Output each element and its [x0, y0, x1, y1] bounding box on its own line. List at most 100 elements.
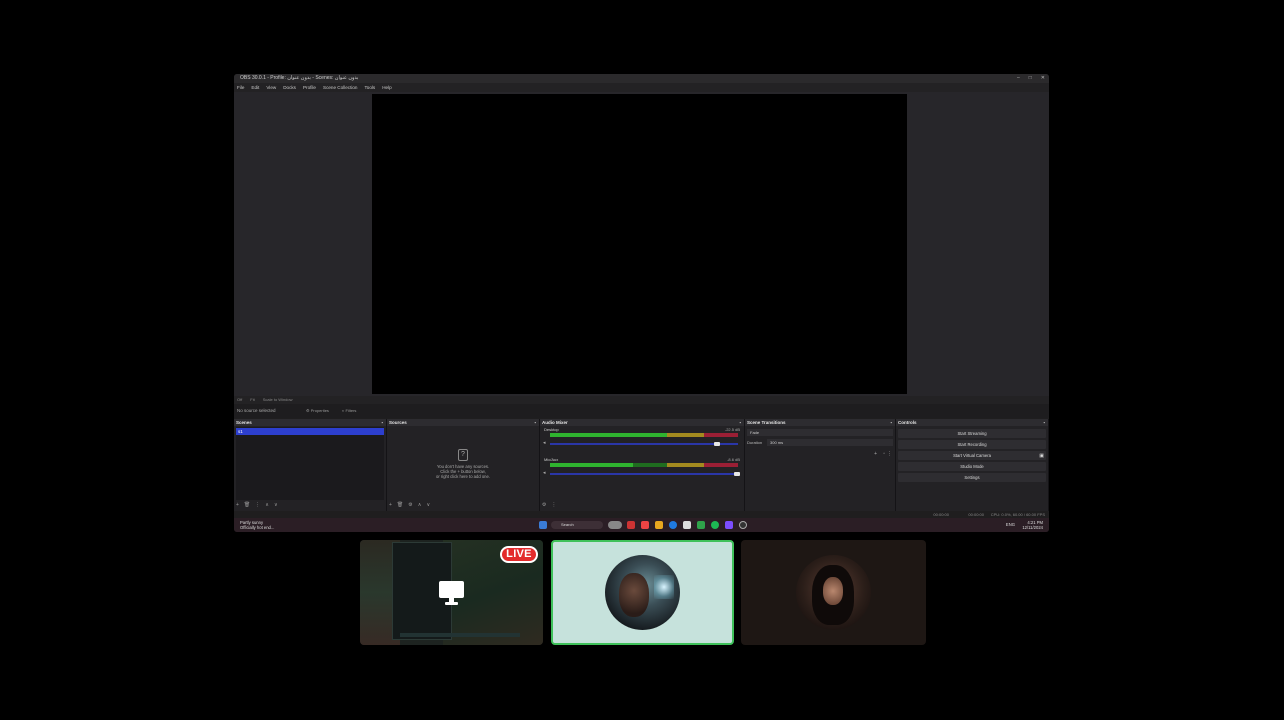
program-preview[interactable]: [372, 94, 907, 394]
remove-source-icon[interactable]: 🗑: [397, 501, 403, 509]
studio-mode-button[interactable]: Studio Mode: [898, 462, 1046, 471]
obs-taskbar-icon[interactable]: [739, 521, 747, 529]
volume-meter: [550, 463, 738, 467]
window-controls: – □ ✕: [1017, 74, 1045, 83]
transition-menu-icon[interactable]: ⋮: [887, 451, 892, 457]
thumbnail-taskbar: [400, 633, 520, 637]
speaker-icon[interactable]: ◂: [543, 440, 546, 446]
windows-start-icon[interactable]: [539, 521, 547, 529]
screen-share-icon: [439, 581, 464, 605]
participant-tile[interactable]: [741, 540, 926, 645]
menu-bar: File Edit View Docks Profile Scene Colle…: [234, 83, 1049, 92]
app-icon[interactable]: [725, 521, 733, 529]
filters-label: Filters: [345, 408, 357, 413]
zoom-fit[interactable]: Fit: [250, 396, 254, 404]
start-streaming-button[interactable]: Start Streaming: [898, 429, 1046, 438]
store-icon[interactable]: [683, 521, 691, 529]
dock-close-icon[interactable]: ▪: [381, 419, 383, 426]
move-down-icon[interactable]: ∨: [426, 501, 430, 509]
meter-red-zone: [704, 463, 738, 467]
add-source-icon[interactable]: +: [389, 501, 392, 509]
dock-close-icon[interactable]: ▪: [890, 419, 892, 426]
properties-button[interactable]: ⚙ Properties: [306, 408, 329, 414]
menu-file[interactable]: File: [237, 83, 244, 92]
move-up-icon[interactable]: ∧: [265, 501, 269, 509]
remove-scene-icon[interactable]: 🗑: [244, 501, 250, 509]
mic-icon[interactable]: ◂: [543, 470, 546, 476]
duration-input[interactable]: 300 ms: [767, 439, 893, 446]
menu-scene-collection[interactable]: Scene Collection: [323, 83, 357, 92]
channel-db: -22.5 dB: [724, 427, 740, 432]
meter-green: [550, 433, 667, 437]
sources-toolbar: + 🗑 ⚙ ∧ ∨: [389, 501, 537, 509]
context-bar: No source selected ⚙ Properties ◐ Filter…: [234, 404, 1049, 418]
start-virtual-camera-button[interactable]: Start Virtual Camera: [898, 451, 1046, 460]
controls-title: Controls: [898, 420, 917, 425]
menu-docks[interactable]: Docks: [283, 83, 296, 92]
dock-header: Audio Mixer ▪: [540, 419, 744, 426]
stream-time: 00:00:00: [933, 512, 949, 517]
minimize-icon[interactable]: –: [1017, 74, 1020, 83]
taskbar-clock[interactable]: 4:21 PM 12/11/2024: [1022, 520, 1043, 530]
scenes-dock: Scenes ▪ s1 + 🗑 ⋮ ∧ ∨: [234, 419, 387, 511]
mixer-settings-icon[interactable]: ⚙: [542, 501, 546, 509]
menu-edit[interactable]: Edit: [251, 83, 259, 92]
maximize-icon[interactable]: □: [1029, 74, 1032, 83]
transition-select[interactable]: Fade: [747, 429, 893, 436]
settings-button[interactable]: Settings: [898, 473, 1046, 482]
dock-header: Sources ▪: [387, 419, 539, 426]
zoom-scale-to-window[interactable]: Scale to Window: [263, 396, 293, 404]
live-badge: LIVE: [500, 546, 538, 563]
mixer-menu-icon[interactable]: ⋮: [551, 501, 556, 509]
remove-transition-icon[interactable]: ▫: [883, 451, 885, 457]
menu-view[interactable]: View: [266, 83, 276, 92]
close-icon[interactable]: ✕: [1041, 74, 1045, 83]
sources-empty-message: ? You don't have any sources. Click the …: [389, 449, 537, 479]
excel-icon[interactable]: [697, 521, 705, 529]
dock-close-icon[interactable]: ▪: [739, 419, 741, 426]
menu-profile[interactable]: Profile: [303, 83, 316, 92]
sources-dock: Sources ▪ ? You don't have any sources. C…: [387, 419, 540, 511]
avatar: [605, 555, 680, 630]
fader-knob[interactable]: [714, 442, 720, 446]
start-recording-button[interactable]: Start Recording: [898, 440, 1046, 449]
system-tray[interactable]: ENG: [1006, 518, 1015, 532]
scene-item[interactable]: s1: [236, 428, 384, 435]
copilot-icon[interactable]: [608, 521, 622, 529]
scene-menu-icon[interactable]: ⋮: [255, 501, 260, 509]
edge-icon[interactable]: [669, 521, 677, 529]
volume-fader[interactable]: [550, 443, 738, 445]
add-scene-icon[interactable]: +: [236, 501, 239, 509]
properties-label: Properties: [310, 408, 329, 413]
channel-name: Mic/Aux: [544, 457, 559, 462]
file-explorer-icon[interactable]: [655, 521, 663, 529]
weather-widget[interactable]: Partly sunny Officially hot end...: [240, 520, 274, 530]
dock-header: Scenes ▪: [234, 419, 386, 426]
filters-button[interactable]: ◐ Filters: [342, 408, 356, 414]
sources-title: Sources: [389, 420, 407, 425]
fader-knob[interactable]: [734, 472, 740, 476]
participant-tile-active-speaker[interactable]: [551, 540, 734, 645]
obs-title-bar: OBS 30.0.1 - Profile: بدون عنوان - Scene…: [234, 74, 1049, 83]
cpu-fps: CPU: 0.0%, 60.00 / 60.00 FPS: [990, 512, 1045, 517]
clock-date: 12/11/2024: [1022, 525, 1043, 530]
chrome-icon[interactable]: [641, 521, 649, 529]
sources-list[interactable]: ? You don't have any sources. Click the …: [389, 427, 537, 500]
add-transition-icon[interactable]: +: [874, 451, 877, 457]
app-icon[interactable]: [627, 521, 635, 529]
spotify-icon[interactable]: [711, 521, 719, 529]
meter-yellow-zone: [666, 433, 705, 437]
source-properties-icon[interactable]: ⚙: [408, 501, 412, 509]
menu-help[interactable]: Help: [382, 83, 391, 92]
volume-fader[interactable]: [550, 473, 738, 475]
dock-header: Controls ▪: [896, 419, 1048, 426]
dock-close-icon[interactable]: ▪: [534, 419, 536, 426]
dock-close-icon[interactable]: ▪: [1043, 419, 1045, 426]
move-down-icon[interactable]: ∨: [274, 501, 278, 509]
window-title: OBS 30.0.1 - Profile: بدون عنوان - Scene…: [240, 75, 359, 81]
menu-tools[interactable]: Tools: [364, 83, 375, 92]
move-up-icon[interactable]: ∧: [418, 501, 422, 509]
virtual-camera-settings-icon[interactable]: ▣: [1039, 453, 1044, 459]
taskbar-search[interactable]: Search: [551, 521, 603, 529]
zoom-off[interactable]: Off: [237, 396, 242, 404]
